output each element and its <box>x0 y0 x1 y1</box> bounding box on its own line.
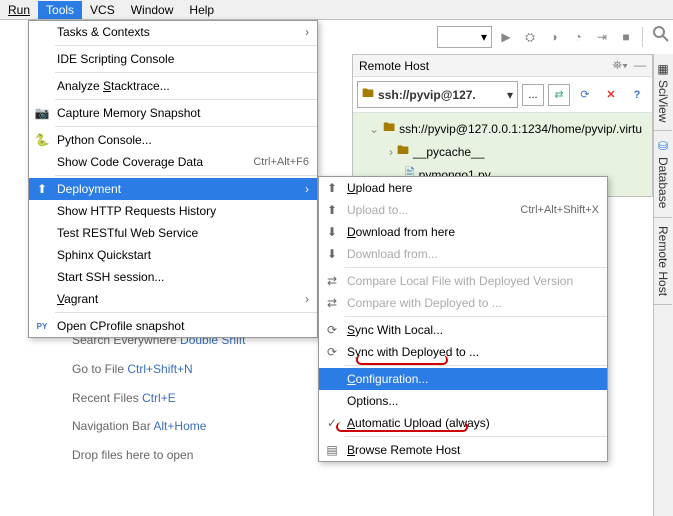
camera-icon: 📷 <box>33 106 51 120</box>
upload-to-item[interactable]: ⬆Upload to...Ctrl+Alt+Shift+X <box>319 199 607 221</box>
gear-icon[interactable]: ⛯▾ <box>613 58 628 73</box>
upload-icon: ⬆ <box>33 182 51 196</box>
compare-deployed-item[interactable]: ⇄Compare with Deployed to ... <box>319 292 607 314</box>
tools-menu: Tasks & Contexts› IDE Scripting Console … <box>28 20 318 338</box>
auto-upload-item[interactable]: ✓Automatic Upload (always) <box>319 412 607 434</box>
menu-bar: Run Tools VCS Window Help <box>0 0 673 20</box>
python-icon: 🐍 <box>33 133 51 147</box>
right-tool-strip: ▦SciView ⛁Database Remote Host <box>653 54 673 516</box>
profile-icon[interactable]: ◔ <box>568 27 588 47</box>
tab-database[interactable]: ⛁Database <box>654 131 672 217</box>
editor-tips: Search Everywhere Double Shift Go to Fil… <box>72 326 245 470</box>
upload-here-icon: ⬆ <box>323 181 341 195</box>
deployment-item[interactable]: ⬆Deployment› <box>29 178 317 200</box>
download-here-icon: ⬇ <box>323 225 341 239</box>
help-icon[interactable]: ? <box>626 84 648 106</box>
tree-root[interactable]: ⌄🖿ssh://pyvip@127.0.0.1:1234/home/pyvip/… <box>355 117 650 140</box>
ssh-item[interactable]: Start SSH session... <box>29 266 317 288</box>
run-config-combo[interactable]: ▾ <box>437 26 492 48</box>
download-from-icon: ⬇ <box>323 247 341 261</box>
sync-deployed-item[interactable]: ⟳Sync with Deployed to ... <box>319 341 607 363</box>
menu-vcs[interactable]: VCS <box>82 1 123 19</box>
upload-here-item[interactable]: ⬆Upload here <box>319 177 607 199</box>
run-icon[interactable]: ▶ <box>496 27 516 47</box>
host-combo[interactable]: 🖿ssh://pyvip@127.▾ <box>357 81 518 108</box>
tab-sciview[interactable]: ▦SciView <box>654 54 672 131</box>
sync-icon: ⟳ <box>323 345 341 359</box>
http-history-item[interactable]: Show HTTP Requests History <box>29 200 317 222</box>
run-toolbar: ▾ ▶ ⛭ ◑ ◔ ⇥ ■ <box>437 22 645 52</box>
refresh-icon[interactable]: ⟳ <box>574 84 596 106</box>
upload-to-icon: ⬆ <box>323 203 341 217</box>
python-console-item[interactable]: 🐍Python Console... <box>29 129 317 151</box>
minimize-icon[interactable]: — <box>634 58 646 73</box>
coverage-icon[interactable]: ◑ <box>544 27 564 47</box>
menu-run[interactable]: Run <box>0 1 38 19</box>
search-icon[interactable] <box>653 26 669 45</box>
py-icon: PY <box>33 322 51 331</box>
diff-icon[interactable]: ⇄ <box>548 84 570 106</box>
compare-icon: ⇄ <box>323 274 341 288</box>
attach-icon[interactable]: ⇥ <box>592 27 612 47</box>
sphinx-item[interactable]: Sphinx Quickstart <box>29 244 317 266</box>
vagrant-item[interactable]: Vagrant› <box>29 288 317 310</box>
options-item[interactable]: Options... <box>319 390 607 412</box>
ide-scripting-item[interactable]: IDE Scripting Console <box>29 48 317 70</box>
compare-local-item[interactable]: ⇄Compare Local File with Deployed Versio… <box>319 270 607 292</box>
capture-memory-item[interactable]: 📷Capture Memory Snapshot <box>29 102 317 124</box>
tasks-contexts-item[interactable]: Tasks & Contexts› <box>29 21 317 43</box>
host-icon: ▤ <box>323 443 341 457</box>
delete-icon[interactable]: ✕ <box>600 84 622 106</box>
code-coverage-item[interactable]: Show Code Coverage DataCtrl+Alt+F6 <box>29 151 317 173</box>
stop-icon[interactable]: ■ <box>616 27 636 47</box>
tab-remote-host[interactable]: Remote Host <box>654 218 672 305</box>
check-icon: ✓ <box>323 416 341 430</box>
menu-tools[interactable]: Tools <box>38 1 82 19</box>
cprofile-item[interactable]: PYOpen CProfile snapshot <box>29 315 317 337</box>
more-button[interactable]: ... <box>522 84 544 106</box>
download-from-item[interactable]: ⬇Download from... <box>319 243 607 265</box>
sync-icon: ⟳ <box>323 323 341 337</box>
debug-icon[interactable]: ⛭ <box>520 27 540 47</box>
sync-local-item[interactable]: ⟳Sync With Local... <box>319 319 607 341</box>
analyze-stacktrace-item[interactable]: Analyze Stacktrace... <box>29 75 317 97</box>
compare-icon: ⇄ <box>323 296 341 310</box>
menu-window[interactable]: Window <box>123 1 182 19</box>
configuration-item[interactable]: Configuration... <box>319 368 607 390</box>
restful-item[interactable]: Test RESTful Web Service <box>29 222 317 244</box>
browse-remote-item[interactable]: ▤Browse Remote Host <box>319 439 607 461</box>
download-here-item[interactable]: ⬇Download from here <box>319 221 607 243</box>
tree-folder[interactable]: ›🖿__pycache__ <box>355 140 650 163</box>
menu-help[interactable]: Help <box>181 1 222 19</box>
deployment-submenu: ⬆Upload here ⬆Upload to...Ctrl+Alt+Shift… <box>318 176 608 462</box>
remote-host-title: Remote Host <box>359 59 429 73</box>
